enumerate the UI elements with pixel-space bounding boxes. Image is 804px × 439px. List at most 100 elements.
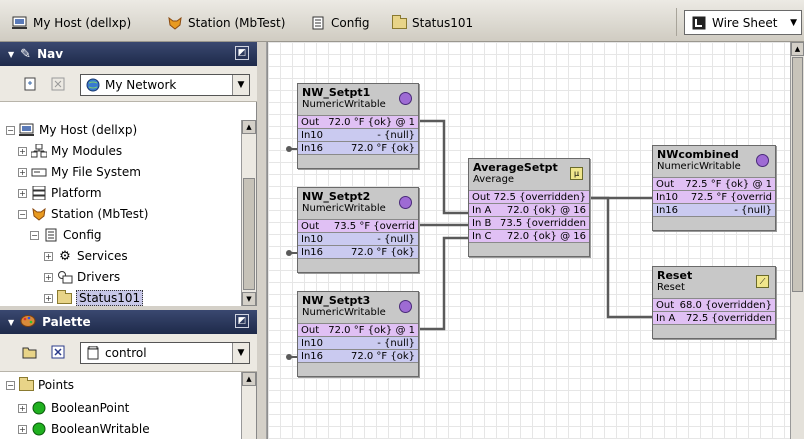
scroll-down-icon[interactable]: ▼ [242, 292, 256, 306]
collapse-toggle[interactable]: − [30, 230, 39, 240]
folder-icon [392, 14, 407, 29]
tree-item-config[interactable]: − Config [30, 225, 102, 245]
chevron-down-icon: ▼ [790, 17, 797, 28]
collapse-icon[interactable]: ▼ [8, 318, 14, 327]
canvas-scrollbar[interactable]: ▲ [790, 42, 804, 439]
component-nw-setpt2[interactable]: NW_Setpt2 NumericWritable Out 73.5 °F {ov… [297, 187, 419, 273]
crumb-config[interactable]: Config [310, 15, 370, 31]
collapse-toggle[interactable]: − [6, 125, 15, 135]
slot-spacer [653, 216, 775, 230]
slot-value: 72.0 °F {ok} [350, 351, 415, 362]
component-nw-setpt1[interactable]: NW_Setpt1 NumericWritable Out 72.0 °F {ok… [297, 83, 419, 169]
chevron-down-icon[interactable]: ▼ [232, 75, 249, 95]
expand-toggle[interactable]: + [44, 251, 53, 261]
host-icon [19, 123, 35, 137]
nav-tree-scrollbar[interactable]: ▲ ▼ [241, 120, 256, 306]
slot-value: 72.5 {overridden [685, 313, 772, 324]
scroll-thumb[interactable] [243, 178, 255, 290]
scroll-up-icon[interactable]: ▲ [242, 372, 256, 386]
toolbar-separator [676, 8, 677, 36]
expand-toggle[interactable]: + [18, 403, 27, 413]
slot-value: 72.0 °F {ok} [350, 143, 415, 154]
station-icon [167, 16, 183, 30]
wire-sheet-canvas[interactable]: NW_Setpt1 NumericWritable Out 72.0 °F {ok… [267, 42, 790, 439]
expand-toggle[interactable]: + [18, 188, 27, 198]
slot-out[interactable]: Out 72.5 {overridden} [469, 190, 589, 203]
palette-item-points[interactable]: − Points [6, 375, 74, 395]
slot-in10[interactable]: In10 72.5 °F {overrid [653, 190, 775, 203]
palette-item-booleanwritable[interactable]: + BooleanWritable [18, 419, 150, 439]
tree-item-status101[interactable]: + Status101 [44, 288, 144, 308]
slot-in10[interactable]: In10 - {null} [298, 232, 418, 245]
palette-tree-scrollbar[interactable]: ▲ [241, 372, 256, 439]
expand-toggle[interactable]: + [44, 272, 53, 282]
crumb-status101[interactable]: Status101 [392, 14, 473, 31]
component-header: Reset Reset ⟋ [653, 267, 775, 298]
link-setpt1-to-ina [419, 119, 468, 215]
slot-out[interactable]: Out 72.0 °F {ok} @ 1 [298, 323, 418, 336]
tree-item-modules[interactable]: + My Modules [18, 141, 122, 161]
component-type: NumericWritable [302, 307, 386, 318]
close-tree-icon[interactable] [50, 76, 66, 92]
palette-module-selector[interactable]: control ▼ [80, 342, 250, 364]
slot-in16[interactable]: In16 72.0 °F {ok} [298, 141, 418, 154]
slot-in-c[interactable]: In C 72.0 {ok} @ 16 [469, 229, 589, 242]
nav-panel-header[interactable]: ▼ ✎ Nav ◩ [0, 42, 257, 66]
palette-item-booleanpoint[interactable]: + BooleanPoint [18, 398, 129, 418]
tree-item-host[interactable]: − My Host (dellxp) [6, 120, 137, 140]
scroll-up-icon[interactable]: ▲ [242, 120, 256, 134]
slot-name: In A [656, 313, 676, 324]
component-average-setpt[interactable]: AverageSetpt Average μ Out 72.5 {overridd… [468, 158, 590, 257]
tree-item-platform[interactable]: + Platform [18, 183, 102, 203]
scroll-thumb[interactable] [792, 57, 803, 292]
slot-out[interactable]: Out 72.0 °F {ok} @ 1 [298, 115, 418, 128]
slot-in16[interactable]: In16 - {null} [653, 203, 775, 216]
expand-toggle[interactable]: + [18, 167, 27, 177]
component-reset[interactable]: Reset Reset ⟋ Out 68.0 {overridden} In A 7… [652, 266, 776, 339]
expand-toggle[interactable]: + [18, 424, 27, 434]
slot-in-a[interactable]: In A 72.5 {overridden [653, 311, 775, 324]
palette-panel-header[interactable]: ▼ Palette ◩ [0, 310, 257, 334]
slot-in16[interactable]: In16 72.0 °F {ok} [298, 245, 418, 258]
panel-splitter[interactable] [257, 42, 267, 439]
slot-in16[interactable]: In16 72.0 °F {ok} [298, 349, 418, 362]
slot-in-b[interactable]: In B 73.5 {overridden [469, 216, 589, 229]
new-tab-icon[interactable] [22, 76, 38, 92]
slot-out[interactable]: Out 72.5 °F {ok} @ 1 [653, 177, 775, 190]
reset-block-icon: ⟋ [756, 275, 769, 288]
crumb-station-label: Station (MbTest) [188, 16, 286, 30]
open-palette-icon[interactable] [22, 344, 38, 360]
tree-item-drivers[interactable]: + Drivers [44, 267, 120, 287]
collapse-toggle[interactable]: − [18, 209, 27, 219]
maximize-icon[interactable]: ◩ [235, 46, 249, 60]
expand-toggle[interactable]: + [44, 293, 53, 303]
slot-out[interactable]: Out 68.0 {overridden} [653, 298, 775, 311]
expand-toggle[interactable]: + [18, 146, 27, 156]
slot-in10[interactable]: In10 - {null} [298, 128, 418, 141]
view-selector[interactable]: Wire Sheet ▼ [684, 10, 802, 35]
scroll-up-icon[interactable]: ▲ [791, 42, 804, 56]
tree-item-services[interactable]: + ⚙ Services [44, 246, 128, 266]
maximize-icon[interactable]: ◩ [235, 314, 249, 328]
collapse-icon[interactable]: ▼ [8, 50, 14, 59]
collapse-toggle[interactable]: − [6, 380, 15, 390]
crumb-host[interactable]: My Host (dellxp) [12, 15, 131, 31]
slot-value: 72.5 {overridden} [493, 192, 586, 203]
slot-in10[interactable]: In10 - {null} [298, 336, 418, 349]
tree-item-label: Config [63, 228, 102, 242]
tree-item-label: Services [77, 249, 128, 263]
slot-spacer [469, 242, 589, 256]
folder-icon [57, 289, 72, 304]
slot-out[interactable]: Out 73.5 °F {overrid [298, 219, 418, 232]
slot-in-a[interactable]: In A 72.0 {ok} @ 16 [469, 203, 589, 216]
tree-item-station[interactable]: − Station (MbTest) [18, 204, 148, 224]
chevron-down-icon[interactable]: ▼ [232, 343, 249, 363]
close-palette-icon[interactable] [50, 344, 66, 360]
slot-value: - {null} [377, 234, 415, 245]
component-nw-setpt3[interactable]: NW_Setpt3 NumericWritable Out 72.0 °F {ok… [297, 291, 419, 377]
slot-name: Out [301, 221, 320, 232]
nav-root-selector[interactable]: My Network ▼ [80, 74, 250, 96]
tree-item-file-system[interactable]: + My File System [18, 162, 141, 182]
component-nwcombined[interactable]: NWcombined NumericWritable Out 72.5 °F {o… [652, 145, 776, 231]
crumb-station[interactable]: Station (MbTest) [167, 15, 285, 31]
